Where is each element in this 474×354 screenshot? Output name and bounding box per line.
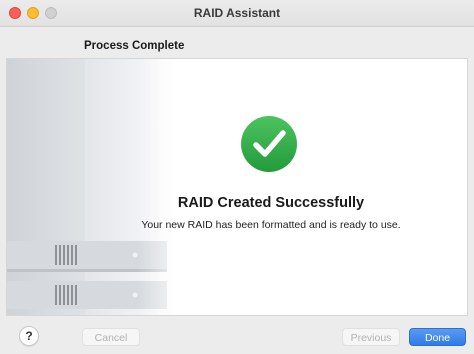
done-button[interactable]: Done [409,328,466,346]
raid-drives-illustration [7,59,187,315]
previous-button[interactable]: Previous [342,328,400,346]
checkmark-circle-icon [241,116,297,172]
content-panel: RAID Created Successfully Your new RAID … [6,58,468,316]
help-button[interactable]: ? [19,326,39,346]
raid-assistant-window: RAID Assistant Process Complete RAID Cre… [0,0,474,354]
cancel-button[interactable]: Cancel [82,328,140,346]
window-title: RAID Assistant [193,6,281,20]
result-message: Your new RAID has been formatted and is … [141,219,401,231]
step-label: Process Complete [84,40,185,52]
result-title: RAID Created Successfully [177,195,365,211]
title-bar: RAID Assistant [0,0,474,27]
footer-bar: ? Cancel Previous Done [0,318,474,354]
